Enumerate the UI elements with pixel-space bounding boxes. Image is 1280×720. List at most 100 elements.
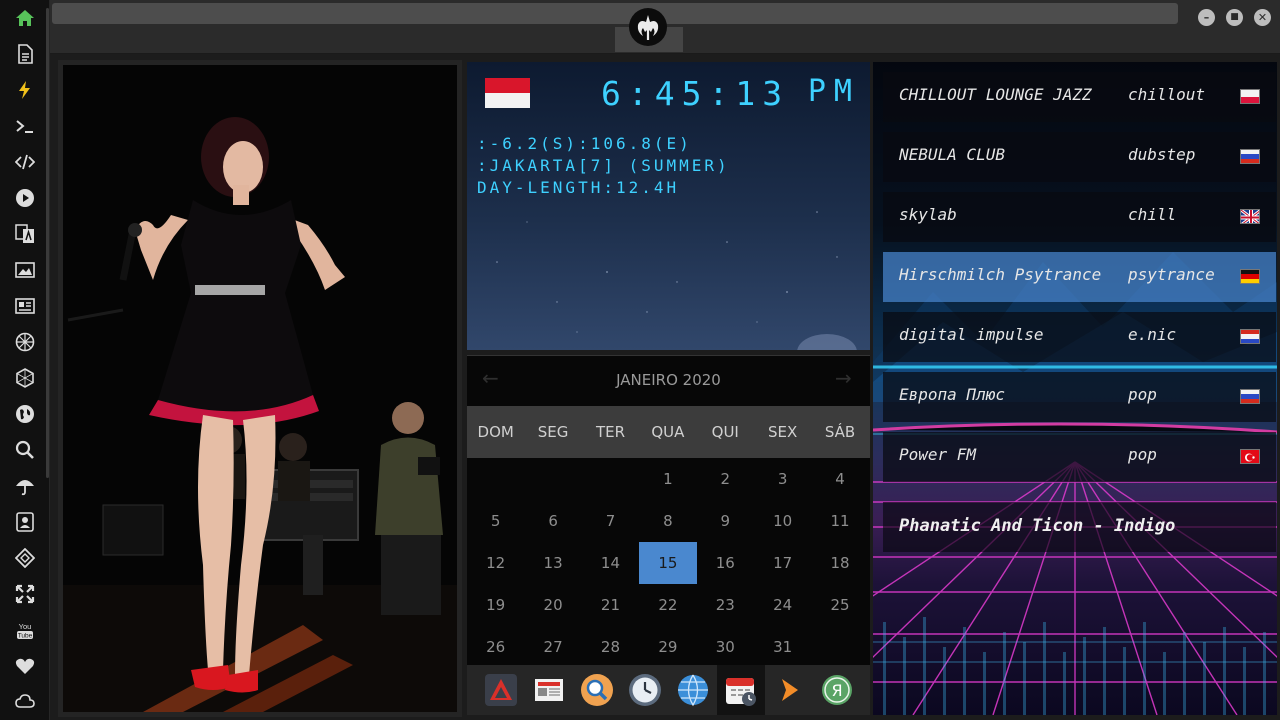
calendar-day[interactable]: 27 [524,626,581,668]
top-bar: – ■ ✕ [50,0,1280,54]
calendar-day[interactable]: 12 [467,542,524,584]
calendar-day[interactable]: 20 [524,584,581,626]
now-playing-bar[interactable]: Phanatic And Ticon - Indigo [883,502,1276,552]
globe-icon[interactable] [13,402,37,426]
station-genre: dubstep [1128,145,1196,164]
calendar-day[interactable]: 9 [697,500,754,542]
hexagon-icon[interactable] [13,366,37,390]
calendar-day[interactable]: 26 [467,626,524,668]
turkey-flag-icon [1240,449,1260,464]
calendar-day[interactable]: 24 [754,584,811,626]
calendar-day[interactable]: 8 [639,500,696,542]
code-icon[interactable] [13,150,37,174]
clock-coordinates: :-6.2(S):106.8(E) [477,134,692,153]
close-button[interactable]: ✕ [1254,9,1271,26]
station-row[interactable]: NEBULA CLUB dubstep [883,132,1276,182]
calendar-day[interactable]: 3 [754,458,811,500]
maximize-button[interactable]: ■ [1226,9,1243,26]
globe-app-icon[interactable] [676,673,710,707]
home-icon[interactable] [13,6,37,30]
calendar-widget: ← JANEIRO 2020 → DOM SEG TER QUA QUI SEX SÁB 1… [467,355,870,665]
terminal-icon[interactable] [13,114,37,138]
calendar-day[interactable]: 10 [754,500,811,542]
calendar-day[interactable]: 30 [697,626,754,668]
calendar-day[interactable]: 7 [582,500,639,542]
youtube-wordmark-tube: Tube [18,633,33,640]
search-app-icon[interactable] [580,673,614,707]
newspaper-app-icon[interactable] [532,673,566,707]
clock-day-length: DAY-LENGTH:12.4H [477,178,680,197]
umbrella-icon[interactable] [13,474,37,498]
calendar-day-today[interactable]: 15 [639,542,697,584]
clock-app-icon[interactable] [628,673,662,707]
world-clock-widget: 6:45:13 PM :-6.2(S):106.8(E) :JAKARTA[7]… [467,62,870,350]
station-row[interactable]: Европа Плюс pop [883,372,1276,422]
app-dock: Я [467,665,870,715]
station-row[interactable]: digital impulse e.nic [883,312,1276,362]
calendar-day[interactable]: 1 [639,458,696,500]
lightning-icon[interactable] [13,78,37,102]
calendar-empty-cell [524,458,581,500]
calendar-day[interactable]: 11 [811,500,868,542]
news-icon[interactable] [13,294,37,318]
russia-flag-icon [1240,389,1260,404]
calendar-next-arrow-icon[interactable]: → [835,366,852,390]
calendar-days-grid: 1 2 3 4 5 6 7 8 9 10 11 12 13 14 15 16 17 18 19 20 21 22 23 24 2… [467,458,870,668]
calendar-day[interactable]: 13 [524,542,581,584]
minimize-button[interactable]: – [1198,9,1215,26]
russia-flag-icon [1240,149,1260,164]
calendar-day[interactable]: 23 [697,584,754,626]
red-triangle-app-icon[interactable] [484,673,518,707]
aperture-icon[interactable] [13,330,37,354]
calendar-day[interactable]: 5 [467,500,524,542]
contact-card-icon[interactable] [13,510,37,534]
calendar-day[interactable]: 28 [582,626,639,668]
calendar-app-icon[interactable] [724,673,758,707]
calendar-day[interactable]: 17 [754,542,811,584]
cloud-icon[interactable] [13,690,37,714]
search-icon[interactable] [13,438,37,462]
station-name: CHILLOUT LOUNGE JAZZ [899,85,1092,104]
station-row[interactable]: CHILLOUT LOUNGE JAZZ chillout [883,72,1276,122]
image-icon[interactable] [13,258,37,282]
station-row[interactable]: Hirschmilch Psytrance psytrance [883,252,1276,302]
translate-icon[interactable] [13,222,37,246]
heart-icon[interactable] [13,654,37,678]
station-name: digital impulse [899,325,1044,344]
yandex-letter: Я [831,681,842,700]
calendar-day[interactable]: 16 [697,542,754,584]
tag-icon[interactable] [13,546,37,570]
calendar-day[interactable]: 22 [639,584,696,626]
calendar-day[interactable]: 29 [639,626,696,668]
yandex-app-icon[interactable]: Я [820,673,854,707]
now-playing-title: Phanatic And Ticon - Indigo [899,516,1176,536]
calendar-day[interactable]: 18 [811,542,868,584]
calendar-day[interactable]: 14 [582,542,639,584]
station-genre: e.nic [1128,325,1177,344]
dock-scrollbar[interactable] [46,8,49,478]
calendar-day[interactable]: 21 [582,584,639,626]
station-name: Hirschmilch Psytrance [899,265,1102,284]
station-row[interactable]: Power FM pop [883,432,1276,482]
document-icon[interactable] [13,42,37,66]
weekday-label: QUA [651,423,685,441]
calendar-day[interactable]: 25 [811,584,868,626]
calendar-month-title: JANEIRO 2020 [616,371,721,389]
croatia-flag-icon [1240,329,1260,344]
calendar-day[interactable]: 19 [467,584,524,626]
calendar-day[interactable]: 2 [697,458,754,500]
youtube-icon[interactable]: You Tube [13,618,37,642]
play-icon[interactable] [13,186,37,210]
germany-flag-icon [1240,269,1260,284]
calendar-day[interactable]: 4 [811,458,868,500]
play-arrow-app-icon[interactable] [772,673,806,707]
uk-flag-icon [1240,209,1260,224]
rebel-alliance-logo-icon[interactable] [629,8,667,46]
title-field[interactable] [52,3,1178,24]
calendar-day[interactable]: 31 [754,626,811,668]
weekday-label: QUI [711,423,739,441]
calendar-day[interactable]: 6 [524,500,581,542]
left-dock: You Tube [0,0,50,720]
expand-icon[interactable] [13,582,37,606]
station-row[interactable]: skylab chill [883,192,1276,242]
